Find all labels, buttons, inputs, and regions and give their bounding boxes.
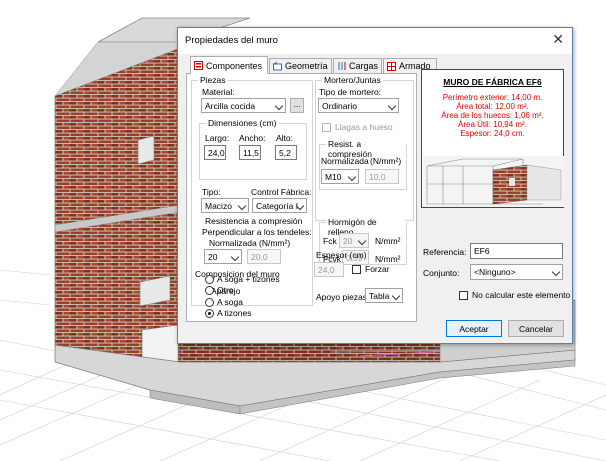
tab-label: Cargas: [348, 61, 378, 71]
preview-title: MURO DE FÁBRICA EF6: [443, 77, 542, 87]
close-icon[interactable]: ✕: [552, 31, 564, 48]
reinforcement-icon: [387, 61, 396, 71]
apoyo-label: Apoyo piezas:: [316, 292, 370, 302]
dialog-title: Propiedades del muro: [185, 35, 278, 46]
forzar-checkbox[interactable]: [352, 265, 361, 274]
espesor-title: Espesor (cm): [316, 250, 367, 260]
info-line: Área Útil: 10,94 m².: [458, 120, 527, 129]
tab-label: Componentes: [206, 60, 263, 71]
apoyo-select[interactable]: Tabla: [365, 288, 403, 303]
brick-wall-front: [54, 47, 181, 363]
aceptar-button[interactable]: Aceptar: [446, 320, 502, 337]
wall-info-panel: MURO DE FÁBRICA EF6 Perímetro exterior: …: [421, 69, 564, 208]
cancelar-button[interactable]: Cancelar: [508, 320, 564, 337]
info-line: Área total: 12,00 m².: [456, 102, 529, 111]
referencia-field[interactable]: EF6: [470, 243, 563, 259]
geometry-icon: [273, 61, 282, 70]
tab-cargas[interactable]: Cargas: [333, 58, 382, 73]
wall-properties-dialog: Propiedades del muro ✕ Componentes Geome…: [177, 27, 573, 344]
conjunto-label: Conjunto:: [423, 268, 460, 278]
espesor-field: 24,0: [314, 262, 344, 277]
title-bar: Propiedades del muro ✕: [178, 28, 572, 54]
no-calcular-label: No calcular este elemento: [472, 290, 571, 300]
conjunto-select[interactable]: <Ninguno>: [470, 264, 563, 280]
components-icon: [194, 61, 203, 70]
tab-label: Geometría: [285, 61, 328, 71]
tab-componentes[interactable]: Componentes: [190, 56, 268, 74]
espesor-area: Espesor (cm) 24,0 Forzar Apoyo piezas: T…: [186, 238, 417, 322]
info-line: Área de los huecos: 1,06 m².: [441, 111, 544, 120]
info-line: Espesor: 24,0 cm.: [460, 129, 525, 138]
loads-icon: [338, 61, 346, 70]
info-line: Perímetro exterior: 14,00 m.: [442, 93, 543, 102]
window-opening: [137, 135, 155, 165]
forzar-label: Forzar: [365, 264, 390, 274]
no-calcular-checkbox[interactable]: [459, 291, 468, 300]
referencia-label: Referencia:: [423, 247, 467, 257]
tab-geometria[interactable]: Geometría: [269, 58, 332, 73]
building-thumbnail: [423, 156, 564, 207]
